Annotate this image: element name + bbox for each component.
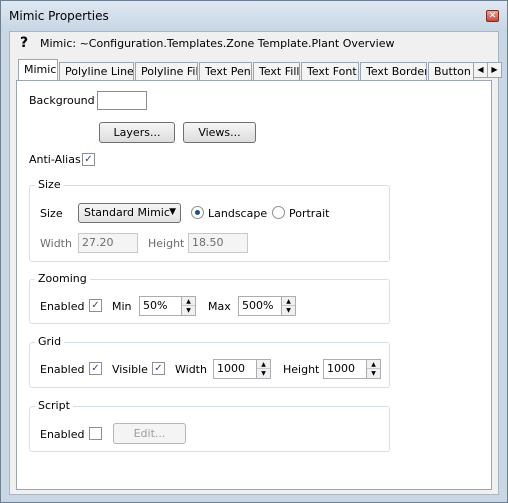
zoom-enabled-label: Enabled	[40, 300, 85, 313]
spin-up-icon[interactable]: ▲	[182, 297, 195, 306]
zoom-max-stepper[interactable]: ▲ ▼	[281, 296, 296, 316]
landscape-radio[interactable]	[191, 206, 204, 219]
zoom-max-label: Max	[208, 300, 231, 313]
width-label: Width	[40, 237, 72, 250]
chevron-down-icon: ▼	[169, 207, 176, 217]
height-field[interactable]: 18.50	[188, 233, 248, 253]
tab-strip: Mimic Polyline Line Polyline Fill Text P…	[16, 59, 502, 81]
width-field[interactable]: 27.20	[78, 233, 138, 253]
tab-mimic[interactable]: Mimic	[18, 59, 58, 80]
zoom-min-field[interactable]: 50%	[139, 296, 182, 316]
anti-alias-label: Anti-Alias	[29, 153, 81, 166]
size-label: Size	[40, 207, 63, 220]
title-bar[interactable]: Mimic Properties ✕	[1, 1, 507, 31]
dialog-client: ? Mimic: ~Configuration.Templates.Zone T…	[9, 31, 502, 495]
script-enabled-label: Enabled	[40, 428, 85, 441]
spin-down-icon[interactable]: ▼	[257, 369, 270, 378]
grid-width-label: Width	[175, 363, 207, 376]
portrait-label: Portrait	[289, 207, 330, 220]
tab-button-fill[interactable]: Button F	[428, 62, 474, 80]
spin-down-icon[interactable]: ▼	[367, 369, 380, 378]
help-icon[interactable]: ?	[20, 35, 28, 51]
portrait-radio[interactable]	[272, 206, 285, 219]
zoom-min-label: Min	[112, 300, 132, 313]
spin-down-icon[interactable]: ▼	[282, 306, 295, 315]
grid-enabled-checkbox[interactable]: ✓	[89, 362, 102, 375]
grid-visible-label: Visible	[112, 363, 148, 376]
size-select-value: Standard Mimic	[84, 206, 170, 219]
tab-text-pen[interactable]: Text Pen	[199, 62, 252, 80]
landscape-label: Landscape	[208, 207, 268, 220]
grid-height-label: Height	[283, 363, 320, 376]
tab-text-fill[interactable]: Text Fill	[253, 62, 300, 80]
layers-button[interactable]: Layers...	[99, 122, 175, 143]
grid-width-stepper[interactable]: ▲ ▼	[256, 359, 271, 379]
script-group: Script Enabled Edit...	[29, 399, 390, 452]
grid-height-stepper[interactable]: ▲ ▼	[366, 359, 381, 379]
background-color-swatch[interactable]	[97, 91, 147, 110]
grid-enabled-label: Enabled	[40, 363, 85, 376]
grid-height-field[interactable]: 1000	[323, 359, 367, 379]
window-title: Mimic Properties	[9, 9, 109, 23]
size-select[interactable]: Standard Mimic ▼	[78, 203, 181, 223]
height-label: Height	[148, 237, 185, 250]
spin-up-icon[interactable]: ▲	[367, 360, 380, 369]
zoom-enabled-checkbox[interactable]: ✓	[89, 299, 102, 312]
anti-alias-checkbox[interactable]: ✓	[82, 153, 95, 166]
tab-polyline-line[interactable]: Polyline Line	[59, 62, 134, 80]
tab-scroll-left-icon[interactable]: ◀	[473, 62, 488, 78]
grid-visible-checkbox[interactable]: ✓	[152, 362, 165, 375]
spin-down-icon[interactable]: ▼	[182, 306, 195, 315]
close-button[interactable]: ✕	[486, 10, 499, 22]
tab-polyline-fill[interactable]: Polyline Fill	[135, 62, 198, 80]
script-enabled-checkbox[interactable]	[89, 427, 102, 440]
spin-up-icon[interactable]: ▲	[257, 360, 270, 369]
zooming-group: Zooming Enabled ✓ Min 50% ▲ ▼ Max 500% ▲…	[29, 272, 390, 324]
size-group-label: Size	[35, 178, 64, 191]
mimic-path-label: Mimic: ~Configuration.Templates.Zone Tem…	[40, 37, 395, 50]
tab-text-font[interactable]: Text Font	[301, 62, 359, 80]
mimic-properties-window: Mimic Properties ✕ ? Mimic: ~Configurati…	[0, 0, 508, 503]
spin-up-icon[interactable]: ▲	[282, 297, 295, 306]
edit-script-button[interactable]: Edit...	[113, 423, 186, 444]
tab-scroll-right-icon[interactable]: ▶	[487, 62, 502, 78]
size-group: Size Size Standard Mimic ▼ Landscape Por…	[29, 178, 390, 262]
zoom-max-field[interactable]: 500%	[238, 296, 282, 316]
background-label: Background	[29, 94, 95, 107]
mimic-tab-panel: Background Layers... Views... Anti-Alias…	[16, 80, 492, 490]
zooming-group-label: Zooming	[35, 272, 90, 285]
grid-group: Grid Enabled ✓ Visible ✓ Width 1000 ▲ ▼ …	[29, 335, 390, 388]
views-button[interactable]: Views...	[183, 122, 256, 143]
script-group-label: Script	[35, 399, 73, 412]
grid-width-field[interactable]: 1000	[213, 359, 257, 379]
grid-group-label: Grid	[35, 335, 65, 348]
zoom-min-stepper[interactable]: ▲ ▼	[181, 296, 196, 316]
tab-text-border[interactable]: Text Border	[360, 62, 427, 80]
